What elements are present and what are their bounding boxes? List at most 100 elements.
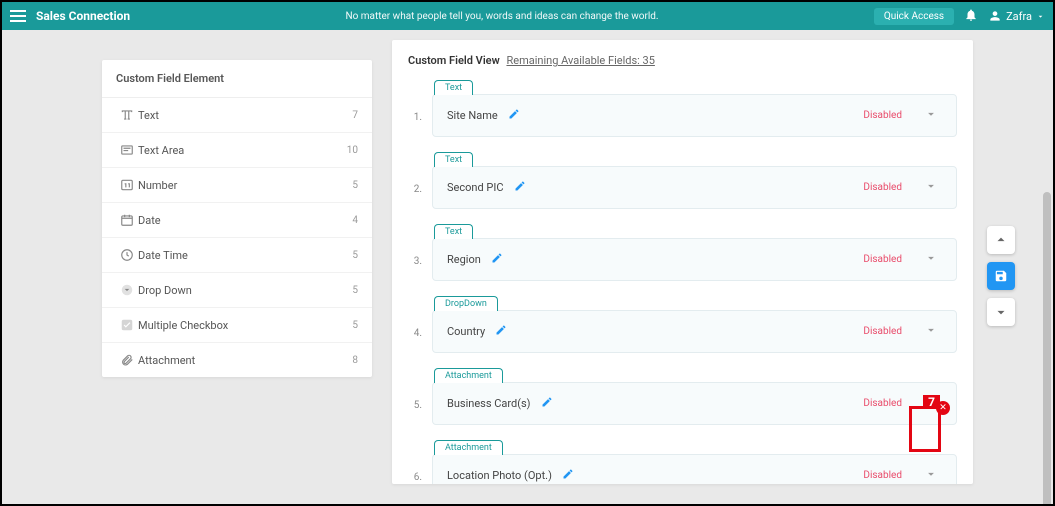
scroll-up-button[interactable] bbox=[987, 226, 1015, 254]
scrollbar-thumb[interactable] bbox=[1043, 192, 1051, 506]
element-type-count: 5 bbox=[352, 320, 358, 331]
edit-field-icon[interactable] bbox=[495, 324, 507, 339]
element-type-label: Date bbox=[138, 214, 352, 227]
field-type-tag: DropDown bbox=[434, 296, 498, 311]
field-box[interactable]: Second PIC Disabled bbox=[432, 166, 957, 209]
edit-field-icon[interactable] bbox=[514, 180, 526, 195]
annotation-highlight: 7 ✕ bbox=[909, 406, 941, 452]
element-type-label: Text Area bbox=[138, 144, 347, 157]
panel-title: Custom Field View bbox=[408, 54, 500, 67]
edit-field-icon[interactable] bbox=[562, 468, 574, 483]
expand-field-icon[interactable] bbox=[920, 465, 942, 484]
field-index: 2. bbox=[408, 184, 422, 209]
custom-field-view-panel: Custom Field View Remaining Available Fi… bbox=[392, 40, 973, 484]
element-type-count: 8 bbox=[352, 355, 358, 366]
element-type-row[interactable]: Text7 bbox=[102, 98, 372, 133]
element-type-count: 5 bbox=[352, 285, 358, 296]
field-type-tag: Attachment bbox=[434, 368, 503, 383]
field-status: Disabled bbox=[863, 398, 902, 409]
field-row: 2. Text Second PIC Disabled bbox=[408, 151, 957, 209]
field-box[interactable]: Site Name Disabled bbox=[432, 94, 957, 137]
field-box[interactable]: Country Disabled bbox=[432, 310, 957, 353]
field-type-tag: Text bbox=[434, 152, 473, 167]
brand-title: Sales Connection bbox=[36, 9, 130, 23]
datetime-icon bbox=[116, 248, 138, 262]
edit-field-icon[interactable] bbox=[541, 396, 553, 411]
element-type-row[interactable]: Date4 bbox=[102, 203, 372, 238]
tagline-text: No matter what people tell you, words an… bbox=[130, 11, 874, 22]
field-name-label: Business Card(s) bbox=[447, 397, 531, 410]
element-type-label: Multiple Checkbox bbox=[138, 319, 352, 332]
attachment-icon bbox=[116, 353, 138, 367]
panel-title: Custom Field Element bbox=[102, 60, 372, 98]
field-index: 6. bbox=[408, 472, 422, 484]
vertical-scrollbar[interactable] bbox=[1043, 32, 1051, 500]
field-row: 3.TextRegionDisabled bbox=[408, 223, 957, 281]
field-status: Disabled bbox=[863, 470, 902, 481]
checkbox-icon bbox=[116, 318, 138, 332]
textarea-icon bbox=[116, 143, 138, 157]
annotation-close-icon: ✕ bbox=[936, 401, 950, 415]
field-name-label: Country bbox=[447, 325, 485, 338]
field-status: Disabled bbox=[863, 182, 902, 193]
hamburger-menu-icon[interactable] bbox=[10, 10, 26, 22]
field-index: 1. bbox=[408, 112, 422, 137]
field-status: Disabled bbox=[863, 254, 902, 265]
panel-header: Custom Field View Remaining Available Fi… bbox=[408, 54, 957, 67]
element-type-count: 7 bbox=[352, 110, 358, 121]
element-type-count: 10 bbox=[347, 145, 358, 156]
element-type-row[interactable]: Date Time5 bbox=[102, 238, 372, 273]
field-row: 5. Attachment Business Card(s) Disabled bbox=[408, 367, 957, 425]
remaining-fields-link[interactable]: Remaining Available Fields: 35 bbox=[506, 54, 654, 67]
field-name-label: Site Name bbox=[447, 109, 498, 122]
field-type-tag: Attachment bbox=[434, 440, 503, 455]
field-index: 3. bbox=[408, 256, 422, 281]
expand-field-icon[interactable] bbox=[920, 321, 942, 342]
expand-field-icon[interactable] bbox=[920, 249, 942, 270]
field-name-label: Region bbox=[447, 253, 481, 266]
field-box[interactable]: Location Photo (Opt.) Disabled bbox=[432, 454, 957, 484]
element-type-label: Text bbox=[138, 109, 352, 122]
field-name-label: Location Photo (Opt.) bbox=[447, 469, 552, 482]
save-button[interactable] bbox=[987, 262, 1015, 290]
field-box[interactable]: Region Disabled bbox=[432, 238, 957, 281]
element-type-row[interactable]: Multiple Checkbox5 bbox=[102, 308, 372, 343]
element-type-count: 5 bbox=[352, 250, 358, 261]
custom-field-element-panel: Custom Field Element Text7Text Area10Num… bbox=[102, 60, 372, 377]
edit-field-icon[interactable] bbox=[508, 108, 520, 123]
element-type-row[interactable]: Number5 bbox=[102, 168, 372, 203]
number-icon bbox=[116, 178, 138, 192]
field-box[interactable]: Business Card(s) Disabled bbox=[432, 382, 957, 425]
field-status: Disabled bbox=[863, 326, 902, 337]
scroll-down-button[interactable] bbox=[987, 298, 1015, 326]
element-type-row[interactable]: Attachment8 bbox=[102, 343, 372, 377]
field-name-label: Second PIC bbox=[447, 181, 504, 194]
top-bar: Sales Connection No matter what people t… bbox=[2, 2, 1053, 30]
field-row: 1. Text Site Name Disabled bbox=[408, 79, 957, 137]
date-icon bbox=[116, 213, 138, 227]
floating-actions bbox=[987, 226, 1015, 326]
dropdown-icon bbox=[116, 283, 138, 297]
field-index: 4. bbox=[408, 328, 422, 353]
user-name-label: Zafra bbox=[1006, 10, 1032, 23]
edit-field-icon[interactable] bbox=[491, 252, 503, 267]
element-type-label: Drop Down bbox=[138, 284, 352, 297]
chevron-down-icon bbox=[1036, 12, 1045, 21]
quick-access-button[interactable]: Quick Access bbox=[874, 8, 954, 25]
user-icon bbox=[988, 9, 1002, 23]
text-icon bbox=[116, 108, 138, 122]
expand-field-icon[interactable] bbox=[920, 177, 942, 198]
field-status: Disabled bbox=[863, 110, 902, 121]
field-index: 5. bbox=[408, 400, 422, 425]
element-type-count: 4 bbox=[352, 215, 358, 226]
field-row: 4. DropDown Country Disabled bbox=[408, 295, 957, 353]
notification-bell-icon[interactable] bbox=[964, 8, 978, 25]
user-menu[interactable]: Zafra bbox=[988, 9, 1045, 23]
element-type-row[interactable]: Drop Down5 bbox=[102, 273, 372, 308]
expand-field-icon[interactable] bbox=[920, 105, 942, 126]
element-type-row[interactable]: Text Area10 bbox=[102, 133, 372, 168]
field-row: 6. Attachment Location Photo (Opt.) Disable… bbox=[408, 439, 957, 484]
element-type-label: Number bbox=[138, 179, 352, 192]
field-type-tag: Text bbox=[434, 80, 473, 95]
element-type-label: Attachment bbox=[138, 354, 352, 367]
